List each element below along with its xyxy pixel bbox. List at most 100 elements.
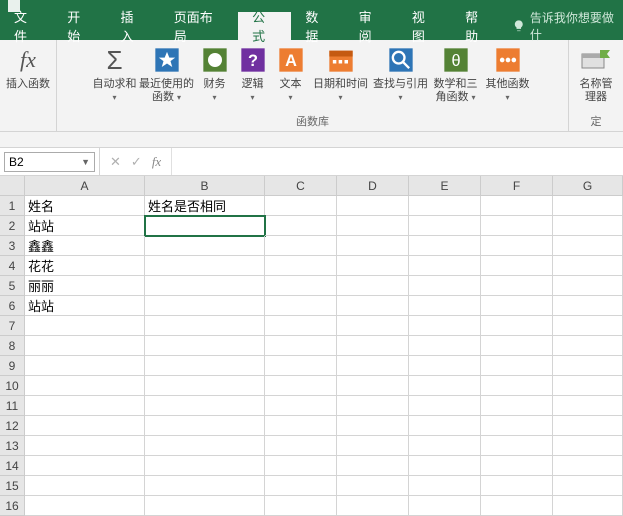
cell[interactable] xyxy=(409,416,481,436)
cell[interactable] xyxy=(409,376,481,396)
cell[interactable] xyxy=(553,476,623,496)
cell[interactable] xyxy=(337,236,409,256)
cell[interactable] xyxy=(553,356,623,376)
cell[interactable] xyxy=(553,416,623,436)
tab-file[interactable]: 文件 xyxy=(0,12,53,40)
cell[interactable] xyxy=(409,396,481,416)
row-header[interactable]: 5 xyxy=(0,276,25,296)
row-header[interactable]: 1 xyxy=(0,196,25,216)
cell[interactable] xyxy=(337,396,409,416)
cell[interactable] xyxy=(25,396,145,416)
cell[interactable] xyxy=(553,376,623,396)
row-header[interactable]: 14 xyxy=(0,456,25,476)
cell[interactable] xyxy=(145,496,265,516)
row-header[interactable]: 4 xyxy=(0,256,25,276)
cell[interactable] xyxy=(481,196,553,216)
cell[interactable] xyxy=(265,376,337,396)
cell[interactable] xyxy=(553,436,623,456)
cell[interactable] xyxy=(553,196,623,216)
insert-function-button[interactable]: fx 插入函数 xyxy=(6,44,50,91)
cell[interactable] xyxy=(481,396,553,416)
cell[interactable] xyxy=(145,456,265,476)
cell[interactable] xyxy=(145,476,265,496)
column-header[interactable]: C xyxy=(265,176,337,196)
cell[interactable] xyxy=(337,316,409,336)
cell[interactable]: 花花 xyxy=(25,256,145,276)
cell[interactable] xyxy=(265,356,337,376)
cell[interactable] xyxy=(145,356,265,376)
cell[interactable] xyxy=(145,216,265,236)
tab-help[interactable]: 帮助 xyxy=(451,12,504,40)
row-header[interactable]: 7 xyxy=(0,316,25,336)
cell[interactable] xyxy=(337,416,409,436)
cell[interactable] xyxy=(481,276,553,296)
cell[interactable] xyxy=(145,256,265,276)
cell[interactable] xyxy=(145,396,265,416)
row-header[interactable]: 13 xyxy=(0,436,25,456)
autosum-button[interactable]: Σ 自动求和▾ xyxy=(93,44,137,104)
cell[interactable]: 站站 xyxy=(25,216,145,236)
cell[interactable] xyxy=(265,236,337,256)
cell[interactable] xyxy=(409,356,481,376)
cell[interactable] xyxy=(481,496,553,516)
lookup-button[interactable]: 查找与引用▾ xyxy=(373,44,429,104)
formula-input[interactable] xyxy=(171,148,623,175)
recent-functions-button[interactable]: 最近使用的函数 ▾ xyxy=(139,44,195,104)
cell[interactable] xyxy=(409,276,481,296)
row-header[interactable]: 12 xyxy=(0,416,25,436)
cell[interactable] xyxy=(265,216,337,236)
logical-button[interactable]: ? 逻辑▾ xyxy=(235,44,271,104)
cell[interactable] xyxy=(409,496,481,516)
cell[interactable]: 丽丽 xyxy=(25,276,145,296)
cell[interactable] xyxy=(265,336,337,356)
cell[interactable] xyxy=(145,436,265,456)
cell[interactable] xyxy=(409,296,481,316)
tab-insert[interactable]: 插入 xyxy=(106,12,159,40)
cell[interactable] xyxy=(553,256,623,276)
column-header[interactable]: E xyxy=(409,176,481,196)
tell-me-search[interactable]: 告诉我你想要做什 xyxy=(512,12,623,40)
column-header[interactable]: G xyxy=(553,176,623,196)
cell[interactable] xyxy=(337,436,409,456)
cell[interactable] xyxy=(481,376,553,396)
cell[interactable] xyxy=(145,416,265,436)
cell[interactable] xyxy=(337,296,409,316)
cell[interactable] xyxy=(265,436,337,456)
cell[interactable] xyxy=(145,376,265,396)
cell[interactable]: 姓名 xyxy=(25,196,145,216)
math-button[interactable]: θ 数学和三角函数 ▾ xyxy=(431,44,481,104)
row-header[interactable]: 6 xyxy=(0,296,25,316)
cell[interactable] xyxy=(265,316,337,336)
row-header[interactable]: 9 xyxy=(0,356,25,376)
cell[interactable] xyxy=(25,416,145,436)
cell[interactable]: 站站 xyxy=(25,296,145,316)
cell[interactable] xyxy=(265,396,337,416)
name-manager-button[interactable]: 名称管理器 xyxy=(575,44,617,104)
cell[interactable] xyxy=(25,476,145,496)
cell[interactable] xyxy=(553,336,623,356)
cell[interactable] xyxy=(481,456,553,476)
cell[interactable] xyxy=(337,456,409,476)
text-button[interactable]: A 文本▾ xyxy=(273,44,309,104)
tab-review[interactable]: 审阅 xyxy=(345,12,398,40)
row-header[interactable]: 11 xyxy=(0,396,25,416)
cell[interactable] xyxy=(553,396,623,416)
cell[interactable] xyxy=(409,236,481,256)
fx-icon[interactable]: fx xyxy=(152,154,161,170)
column-header[interactable]: D xyxy=(337,176,409,196)
column-header[interactable]: F xyxy=(481,176,553,196)
cell[interactable] xyxy=(481,416,553,436)
cell[interactable] xyxy=(145,236,265,256)
cell[interactable] xyxy=(337,196,409,216)
cell[interactable] xyxy=(25,376,145,396)
cell[interactable] xyxy=(25,456,145,476)
cell[interactable] xyxy=(265,276,337,296)
cell[interactable] xyxy=(25,316,145,336)
cell[interactable] xyxy=(409,216,481,236)
cell[interactable] xyxy=(481,476,553,496)
cell[interactable] xyxy=(337,496,409,516)
qat-save-icon[interactable] xyxy=(8,0,20,12)
row-header[interactable]: 15 xyxy=(0,476,25,496)
financial-button[interactable]: 财务▾ xyxy=(197,44,233,104)
cell[interactable] xyxy=(409,476,481,496)
